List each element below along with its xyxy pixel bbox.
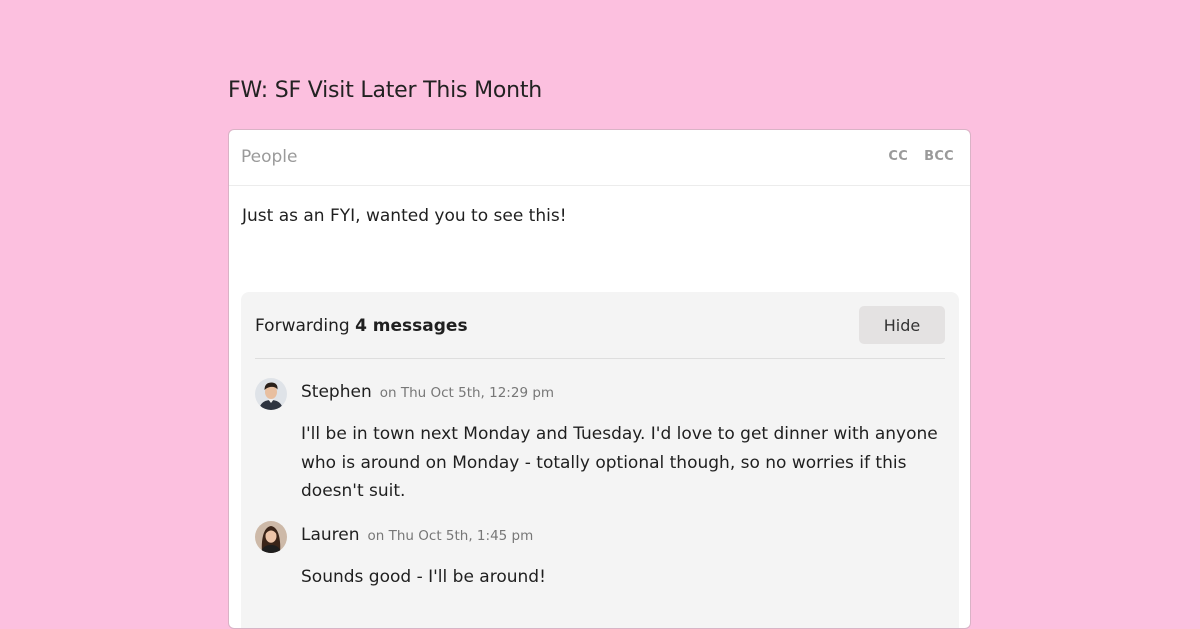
- message-text: I'll be in town next Monday and Tuesday.…: [301, 424, 938, 501]
- message-timestamp: on Thu Oct 5th, 12:29 pm: [379, 385, 555, 401]
- forwarding-label: Forwarding 4 messages: [255, 316, 468, 336]
- message-body[interactable]: Just as an FYI, wanted you to see this!: [242, 206, 567, 226]
- forwarding-count: 4 messages: [355, 316, 468, 336]
- forwarding-prefix: Forwarding: [255, 316, 350, 336]
- sender-name: Lauren: [301, 525, 360, 545]
- bcc-button[interactable]: BCC: [924, 149, 954, 164]
- cc-button[interactable]: CC: [888, 149, 908, 164]
- message-header: Lauren on Thu Oct 5th, 1:45 pm: [301, 525, 533, 545]
- avatar-lauren: [255, 521, 287, 553]
- forwarding-header: Forwarding 4 messages Hide: [255, 292, 945, 359]
- hide-button[interactable]: Hide: [859, 306, 945, 344]
- cc-bcc-links: CC BCC: [888, 149, 954, 164]
- avatar-stephen: [255, 378, 287, 410]
- compose-card: CC BCC Just as an FYI, wanted you to see…: [228, 129, 971, 629]
- message-text: Sounds good - I'll be around!: [301, 567, 546, 587]
- message-header: Stephen on Thu Oct 5th, 12:29 pm: [301, 382, 554, 402]
- forwarded-messages-panel: Forwarding 4 messages Hide Stephen on Thu…: [241, 292, 959, 628]
- sender-name: Stephen: [301, 382, 372, 402]
- email-subject[interactable]: FW: SF Visit Later This Month: [228, 78, 542, 103]
- message-timestamp: on Thu Oct 5th, 1:45 pm: [367, 528, 534, 544]
- recipients-row: CC BCC: [229, 130, 970, 186]
- people-input[interactable]: [241, 144, 841, 170]
